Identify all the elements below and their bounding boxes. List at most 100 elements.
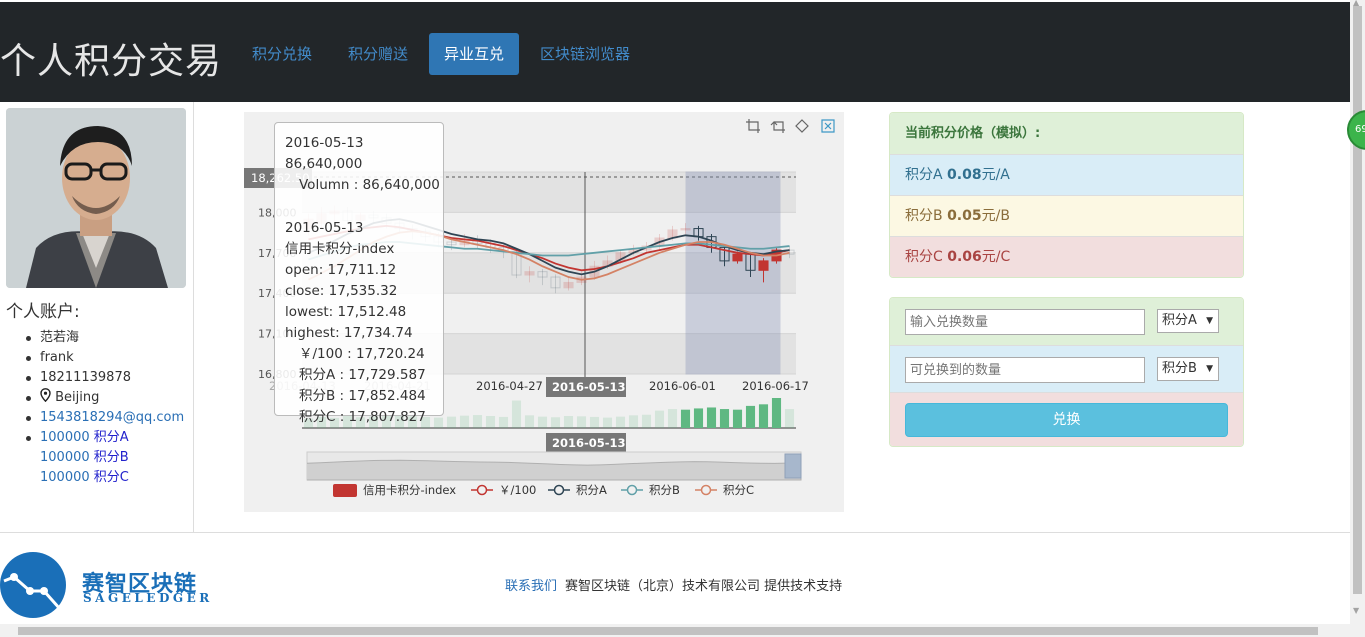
volume-bar (472, 415, 483, 428)
volume-bar (602, 417, 613, 428)
price-row-a: 积分A 0.08元/A (890, 154, 1243, 195)
volume-bar (511, 400, 522, 428)
volume-bar (732, 409, 743, 428)
footer-text: 联系我们 赛智区块链（北京）技术有限公司 提供技术支持 (505, 575, 842, 594)
volume-bar (654, 410, 665, 428)
price-a-value: 0.08 (947, 167, 982, 183)
account-info-list: 范若海 frank 18211139878 Beijing 1543818294… (25, 328, 184, 488)
balance-b: 100000 积分B (40, 448, 184, 468)
zoom-back-icon-path (770, 121, 785, 133)
tooltip-open: open: 17,711.12 (285, 262, 397, 278)
tooltip-yuan: ￥/100 : 17,720.24 (299, 346, 425, 362)
zoom-icon-path (746, 119, 760, 133)
price-a-label: 积分A (905, 167, 943, 183)
legend-label: ￥/100 (499, 483, 536, 497)
legend-label: 积分B (649, 483, 680, 497)
restore-icon[interactable] (795, 119, 809, 133)
nav-points-gift[interactable]: 积分赠送 (333, 33, 423, 75)
tooltip-highest: highest: 17,734.74 (285, 325, 413, 341)
exchange-panel: 积分A ▼ 积分B ▼ 兑换 (889, 297, 1244, 447)
account-location-text: Beijing (55, 390, 100, 405)
price-b-label: 积分B (905, 208, 943, 224)
tooltip-points-c: 积分C : 17,807.827 (299, 409, 426, 425)
exchange-from-select[interactable]: 积分A ▼ (1157, 309, 1219, 333)
price-c-unit: 元/C (981, 249, 1011, 265)
volume-bar (524, 415, 535, 428)
volume-bar (563, 416, 574, 428)
legend-symbol-dot (700, 484, 712, 496)
legend-label: 信用卡积分-index (363, 483, 456, 497)
account-name: 范若海 (25, 328, 184, 348)
balance-a: 100000 积分A (25, 428, 184, 448)
email-link[interactable]: 1543818294@qq.com (40, 410, 184, 425)
volume-bar (771, 398, 782, 428)
logo-text-en: SAGELEDGER (83, 591, 213, 605)
tooltip-volume-header: 2016-05-13 86,640,000 (285, 135, 364, 172)
volume-bar (615, 416, 626, 428)
tooltip-lowest: lowest: 17,512.48 (285, 304, 407, 320)
volume-bar (667, 409, 678, 428)
volume-bar (537, 416, 548, 428)
brand-title[interactable]: 个人积分交易 (0, 32, 222, 84)
candle-body (563, 281, 574, 289)
price-row-b: 积分B 0.05元/B (890, 195, 1243, 236)
data-view-icon[interactable] (821, 119, 835, 133)
account-location: Beijing (25, 388, 184, 408)
volume-bar (485, 416, 496, 428)
candle-body (524, 271, 535, 276)
balance-c-unit: 积分C (93, 470, 129, 485)
balance-b-amount: 100000 (40, 450, 90, 465)
scroll-down-icon[interactable]: ▼ (1353, 606, 1359, 615)
price-c-label: 积分C (905, 249, 943, 265)
contact-us-link[interactable]: 联系我们 (505, 579, 557, 594)
nav-cross-industry-exchange[interactable]: 异业互兑 (429, 33, 520, 75)
balance-c: 100000 积分C (40, 468, 184, 488)
zoom-icon[interactable] (746, 119, 760, 133)
account-username: frank (25, 348, 184, 368)
price-c-value: 0.06 (947, 249, 982, 265)
legend-label: 积分C (723, 483, 754, 497)
volume-bar (706, 407, 717, 428)
vertical-scroll-thumb[interactable] (1353, 6, 1362, 594)
volume-bar (784, 409, 795, 428)
chart-tooltip: 2016-05-13 86,640,000 Volumn : 86,640,00… (274, 122, 444, 425)
volume-bar (576, 416, 587, 428)
volume-bar (459, 415, 470, 428)
x-tick-label: 2016-06-01 (649, 379, 716, 393)
balance-a-amount: 100000 (40, 430, 90, 445)
tooltip-volume-line: Volumn : 86,640,000 (299, 177, 440, 193)
volume-bar (693, 408, 704, 428)
volume-bar (745, 405, 756, 428)
price-row-c: 积分C 0.06元/C (890, 236, 1243, 277)
exchange-button[interactable]: 兑换 (905, 403, 1228, 437)
legend-symbol-dot (476, 484, 488, 496)
brush-selection (685, 171, 781, 375)
tooltip-close: close: 17,535.32 (285, 283, 398, 299)
vertical-scrollbar[interactable]: ▲ ▼ (1350, 0, 1365, 637)
tooltip-points-a: 积分A : 17,729.587 (299, 367, 426, 383)
nav-points-exchange[interactable]: 积分兑换 (237, 33, 327, 75)
volume-bar (641, 414, 652, 428)
exchange-from-unit: 积分A (1162, 313, 1197, 328)
legend-symbol-dot (553, 484, 565, 496)
exchange-to-select[interactable]: 积分B ▼ (1157, 357, 1219, 381)
account-title: 个人账户: (6, 302, 80, 322)
nav-blockchain-explorer[interactable]: 区块链浏览器 (525, 33, 645, 75)
tooltip-points-b: 积分B : 17,852.484 (299, 388, 426, 404)
restore-icon-path (795, 119, 809, 133)
account-sidebar: 个人账户: 范若海 frank 18211139878 Beijing 1543… (0, 102, 194, 532)
zoom-back-icon[interactable] (770, 121, 785, 133)
x-tick-label: 2016-06-17 (742, 379, 809, 393)
exchange-amount-input[interactable] (905, 309, 1145, 335)
chevron-down-icon: ▼ (1206, 364, 1213, 374)
datazoom-handle (784, 453, 802, 479)
account-email: 1543818294@qq.com (25, 408, 184, 428)
horizontal-scrollbar[interactable] (0, 624, 1350, 637)
tooltip-date: 2016-05-13 (285, 220, 364, 236)
price-panel: 当前积分价格（模拟）: 积分A 0.08元/A 积分B 0.05元/B 积分C … (889, 112, 1244, 278)
volume-pointer-date: 2016-05-13 (552, 436, 626, 450)
exchange-result-input[interactable] (905, 357, 1145, 383)
horizontal-scroll-thumb[interactable] (18, 627, 1318, 635)
exchange-to-row: 积分B ▼ (890, 345, 1243, 392)
volume-bar (719, 409, 730, 428)
